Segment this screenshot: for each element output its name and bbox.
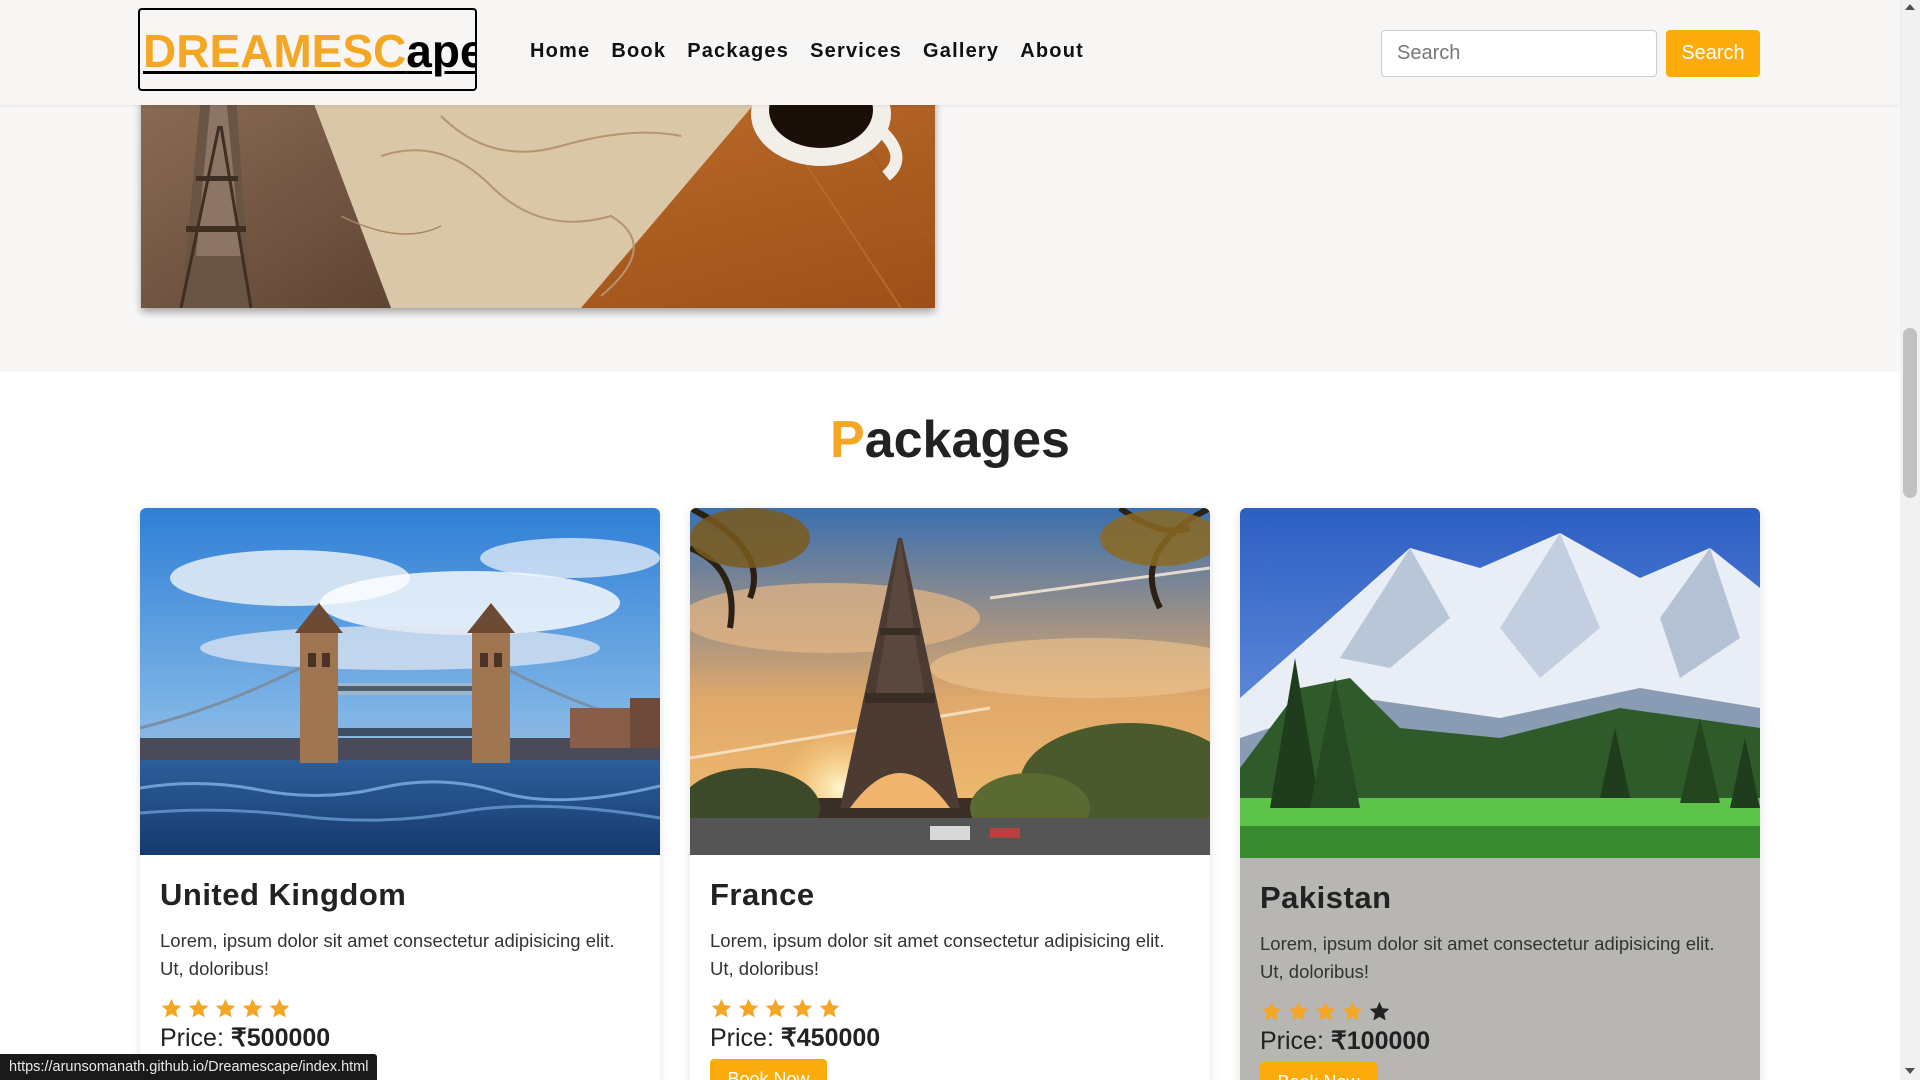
star-filled-icon bbox=[1342, 1001, 1363, 1021]
star-filled-icon bbox=[188, 998, 209, 1018]
package-card-pakistan: Pakistan Lorem, ipsum dolor sit amet con… bbox=[1240, 508, 1760, 1080]
card-body: United Kingdom Lorem, ipsum dolor sit am… bbox=[140, 855, 660, 1073]
nav-link-book[interactable]: Book bbox=[611, 40, 666, 63]
nav-link-services[interactable]: Services bbox=[810, 40, 902, 63]
star-rating bbox=[1260, 1000, 1740, 1026]
price-label: Price: bbox=[160, 1024, 231, 1052]
logo-text-accent: DREAMESC bbox=[143, 25, 407, 77]
vertical-scrollbar[interactable] bbox=[1900, 0, 1920, 1080]
card-title: France bbox=[710, 877, 815, 912]
nav-link-home[interactable]: Home bbox=[530, 40, 590, 63]
scrollbar-thumb[interactable] bbox=[1903, 328, 1917, 498]
book-now-button[interactable]: Book Now bbox=[710, 1059, 827, 1080]
star-filled-icon bbox=[765, 998, 786, 1018]
packages-heading: Packages bbox=[0, 410, 1900, 470]
star-filled-icon bbox=[161, 998, 182, 1018]
star-rating bbox=[160, 997, 640, 1023]
mountain-landscape-image bbox=[1240, 508, 1760, 858]
card-price: Price: ₹100000 bbox=[1260, 1026, 1740, 1056]
card-text: Lorem, ipsum dolor sit amet consectetur … bbox=[160, 930, 615, 979]
card-body: France Lorem, ipsum dolor sit amet conse… bbox=[690, 855, 1210, 1080]
card-price: Price: ₹500000 bbox=[160, 1023, 640, 1053]
logo-text-plain: ape bbox=[406, 25, 475, 77]
package-card-united-kingdom: United Kingdom Lorem, ipsum dolor sit am… bbox=[140, 508, 660, 1080]
hero-travel-image bbox=[141, 96, 935, 308]
price-value: ₹500000 bbox=[230, 1024, 331, 1052]
star-filled-icon bbox=[215, 998, 236, 1018]
star-filled-icon bbox=[242, 998, 263, 1018]
nav-link-gallery[interactable]: Gallery bbox=[923, 40, 999, 63]
card-title: United Kingdom bbox=[160, 877, 407, 912]
star-filled-icon bbox=[792, 998, 813, 1018]
scroll-up-arrow-icon[interactable] bbox=[1905, 4, 1915, 10]
site-logo[interactable]: DREAMESCape bbox=[138, 8, 477, 91]
card-text: Lorem, ipsum dolor sit amet consectetur … bbox=[710, 930, 1165, 979]
logo-text: DREAMESCape bbox=[143, 25, 475, 77]
packages-heading-accent: P bbox=[830, 411, 865, 469]
package-card-france: France Lorem, ipsum dolor sit amet conse… bbox=[690, 508, 1210, 1080]
star-rating bbox=[710, 997, 1190, 1023]
card-price: Price: ₹450000 bbox=[710, 1023, 1190, 1053]
star-empty-icon bbox=[1369, 1001, 1390, 1021]
nav-links: Home Book Packages Services Gallery Abou… bbox=[530, 40, 1084, 63]
star-filled-icon bbox=[1315, 1001, 1336, 1021]
price-label: Price: bbox=[1260, 1027, 1331, 1055]
card-body: Pakistan Lorem, ipsum dolor sit amet con… bbox=[1240, 858, 1760, 1080]
link-status-bar: https://arunsomanath.github.io/Dreamesca… bbox=[0, 1054, 378, 1080]
scroll-down-arrow-icon[interactable] bbox=[1905, 1068, 1915, 1074]
price-value: ₹450000 bbox=[780, 1024, 881, 1052]
card-text: Lorem, ipsum dolor sit amet consectetur … bbox=[1260, 933, 1715, 982]
star-filled-icon bbox=[1261, 1001, 1282, 1021]
eiffel-tower-image bbox=[690, 508, 1210, 855]
star-filled-icon bbox=[1288, 1001, 1309, 1021]
tower-bridge-image bbox=[140, 508, 660, 855]
book-now-button[interactable]: Book Now bbox=[1260, 1062, 1377, 1080]
card-title: Pakistan bbox=[1260, 880, 1392, 915]
price-value: ₹100000 bbox=[1330, 1027, 1431, 1055]
nav-link-about[interactable]: About bbox=[1020, 40, 1084, 63]
star-filled-icon bbox=[819, 998, 840, 1018]
star-filled-icon bbox=[711, 998, 732, 1018]
search-button[interactable]: Search bbox=[1666, 30, 1760, 77]
nav-link-packages[interactable]: Packages bbox=[687, 40, 789, 63]
navbar: DREAMESCape Home Book Packages Services … bbox=[0, 0, 1900, 105]
search-input[interactable] bbox=[1381, 30, 1657, 77]
star-filled-icon bbox=[269, 998, 290, 1018]
star-filled-icon bbox=[738, 998, 759, 1018]
price-label: Price: bbox=[710, 1024, 781, 1052]
packages-heading-rest: ackages bbox=[864, 411, 1070, 469]
